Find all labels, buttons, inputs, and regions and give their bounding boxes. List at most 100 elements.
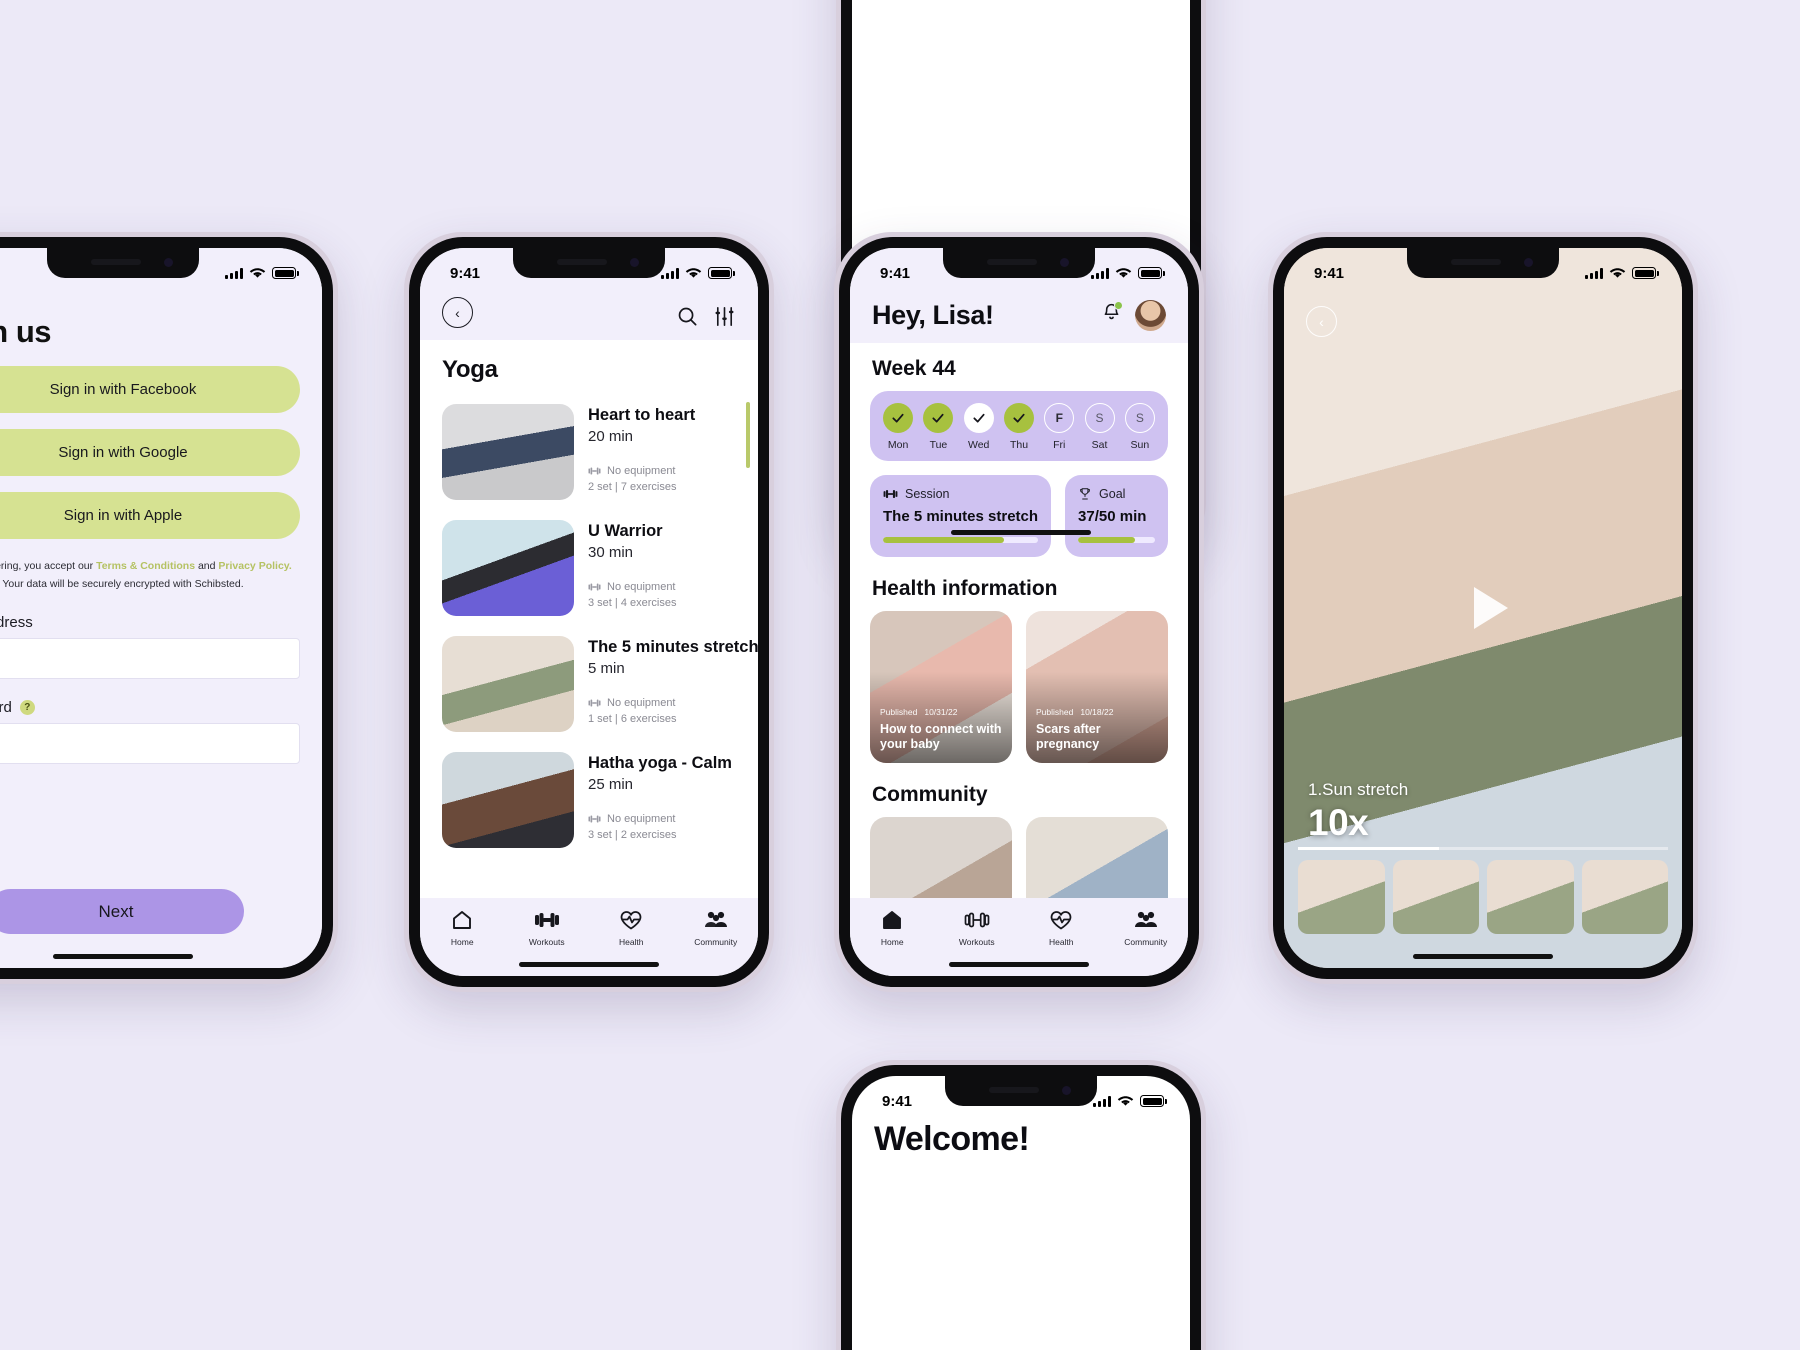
published-date: 10/18/22 xyxy=(1080,707,1114,717)
goal-card[interactable]: Goal 37/50 min xyxy=(1065,475,1168,557)
session-card[interactable]: Session The 5 minutes stretch xyxy=(870,475,1052,557)
welcome-screen: 9:41 Welcome! xyxy=(852,1076,1190,1350)
workout-duration: 25 min xyxy=(588,776,634,793)
week-day-tue[interactable]: Tue xyxy=(918,403,958,451)
goal-label: Goal xyxy=(1099,487,1126,501)
battery-icon xyxy=(1632,267,1659,279)
published-meta: Published 10/18/22 xyxy=(1036,707,1113,717)
video-progress-bar[interactable] xyxy=(1298,847,1668,850)
health-article-card[interactable]: Published 10/31/22 How to connect with you… xyxy=(870,611,1012,763)
next-button[interactable]: Next xyxy=(0,889,244,934)
day-initial: S xyxy=(1124,403,1155,433)
check-icon xyxy=(923,403,954,433)
speaker-grill xyxy=(91,259,141,265)
avatar[interactable] xyxy=(1135,300,1166,331)
week-day-mon[interactable]: Mon xyxy=(878,403,918,451)
exercise-thumbnail[interactable] xyxy=(1487,860,1574,934)
exercise-thumbnail[interactable] xyxy=(1392,860,1479,934)
password-input[interactable] xyxy=(0,722,300,764)
tab-health-label: Health xyxy=(1048,937,1074,947)
tab-health[interactable]: Health xyxy=(589,908,674,947)
password-help-icon[interactable]: ? xyxy=(19,699,35,715)
signup-screen: 9:41 Join us Sign in with Facebook xyxy=(0,248,322,968)
play-icon[interactable] xyxy=(1473,587,1508,629)
status-time: 9:41 xyxy=(880,264,911,282)
tab-workouts[interactable]: Workouts xyxy=(935,908,1020,947)
day-name: Wed xyxy=(968,439,990,451)
workout-sets: 3 set | 4 exercises xyxy=(588,597,677,609)
workout-equipment: No equipment xyxy=(588,813,740,825)
cellular-signal-icon xyxy=(1091,267,1109,279)
check-icon xyxy=(963,403,994,433)
home-indicator xyxy=(949,962,1089,967)
workout-list-item[interactable]: Hatha yoga - Calm 25 min No equipment 3 set… xyxy=(420,742,758,858)
tab-home[interactable]: Home xyxy=(850,908,935,947)
signin-apple-label: Sign in with Apple xyxy=(63,507,183,524)
tab-community-label: Community xyxy=(694,937,738,947)
exercise-thumbnail[interactable] xyxy=(1298,860,1385,934)
phone-notch xyxy=(945,1076,1097,1106)
front-camera xyxy=(1062,1086,1071,1095)
article-caption: How to connect with your baby xyxy=(880,721,1002,752)
legal-and: and xyxy=(195,560,219,572)
tab-home[interactable]: Home xyxy=(420,908,505,947)
filter-icon[interactable] xyxy=(713,305,736,328)
tab-community[interactable]: Community xyxy=(1104,908,1189,947)
workout-list-item[interactable]: The 5 minutes stretch 5 min No equipment 1 … xyxy=(420,626,758,742)
scroll-indicator[interactable] xyxy=(746,402,750,468)
email-input[interactable] xyxy=(0,637,300,679)
exercise-thumbnail[interactable] xyxy=(1581,860,1668,934)
health-information-title: Health information xyxy=(872,577,1058,600)
home-indicator xyxy=(519,962,659,967)
back-button[interactable]: ‹ xyxy=(442,297,473,328)
back-button[interactable]: ‹ xyxy=(1306,306,1337,337)
week-day-sun[interactable]: S Sun xyxy=(1120,403,1160,451)
week-day-sat[interactable]: S Sat xyxy=(1079,403,1119,451)
signin-google-button[interactable]: Sign in with Google xyxy=(0,429,300,476)
week-day-wed[interactable]: Wed xyxy=(959,403,999,451)
tab-health[interactable]: Health xyxy=(1019,908,1104,947)
workout-equipment-label: No equipment xyxy=(607,813,676,825)
tab-home-label: Home xyxy=(450,937,474,947)
signin-facebook-button[interactable]: Sign in with Facebook xyxy=(0,366,300,413)
phone-bezel: 9:41 Hey, Lisa! Week 44 Mon Tue Wed Thu … xyxy=(839,237,1199,987)
phone-bezel: 9:41 Join us Sign in with Facebook xyxy=(0,237,333,979)
header-actions xyxy=(1101,300,1166,331)
day-name: Fri xyxy=(1053,439,1066,451)
search-icon[interactable] xyxy=(676,305,699,328)
privacy-policy-link[interactable]: Privacy Policy. xyxy=(218,560,291,572)
tab-community[interactable]: Community xyxy=(674,908,759,947)
workout-list-item[interactable]: Heart to heart 20 min No equipment 2 set | … xyxy=(420,394,758,510)
week-day-fri[interactable]: F Fri xyxy=(1039,403,1079,451)
workout-name: Heart to heart xyxy=(588,406,696,424)
tab-community-label: Community xyxy=(1124,937,1168,947)
exercise-step-label: 1.Sun stretch xyxy=(1308,780,1409,799)
exercise-video-screen: 9:41 ‹ 1.Sun stretch 10x xyxy=(1284,248,1682,968)
tab-workouts[interactable]: Workouts xyxy=(505,908,590,947)
cellular-signal-icon xyxy=(225,267,243,279)
signin-apple-button[interactable]: Sign in with Apple xyxy=(0,492,300,539)
bell-icon[interactable] xyxy=(1101,301,1123,329)
cellular-signal-icon xyxy=(1093,1095,1111,1107)
workout-thumbnail xyxy=(442,520,574,616)
workout-list-item[interactable]: U Warrior 30 min No equipment 3 set | 4 exe… xyxy=(420,510,758,626)
signin-google-label: Sign in with Google xyxy=(58,444,188,461)
stats-row: Session The 5 minutes stretch Goal 37/50… xyxy=(850,461,1188,557)
wifi-icon xyxy=(1117,1096,1134,1106)
cellular-signal-icon xyxy=(1585,267,1603,279)
exercise-thumbnail-strip xyxy=(1284,860,1682,934)
published-label: Published xyxy=(1036,707,1074,717)
goal-value: 37/50 min xyxy=(1078,508,1147,525)
front-camera xyxy=(1060,258,1069,267)
health-article-card[interactable]: Published 10/18/22 Scars after pregnancy xyxy=(1026,611,1168,763)
legal-text: By registering, you accept our Terms & C… xyxy=(0,557,300,594)
week-day-thu[interactable]: Thu xyxy=(999,403,1039,451)
status-indicators xyxy=(1093,1095,1167,1107)
phone-mockup-exercise-video: 9:41 ‹ 1.Sun stretch 10x xyxy=(1268,232,1698,984)
workout-equipment: No equipment xyxy=(588,465,740,477)
phone-notch xyxy=(513,248,665,278)
terms-conditions-link[interactable]: Terms & Conditions xyxy=(96,560,195,572)
speaker-grill xyxy=(1451,259,1501,265)
published-meta: Published 10/31/22 xyxy=(880,707,957,717)
dumbbell-icon xyxy=(883,489,898,499)
